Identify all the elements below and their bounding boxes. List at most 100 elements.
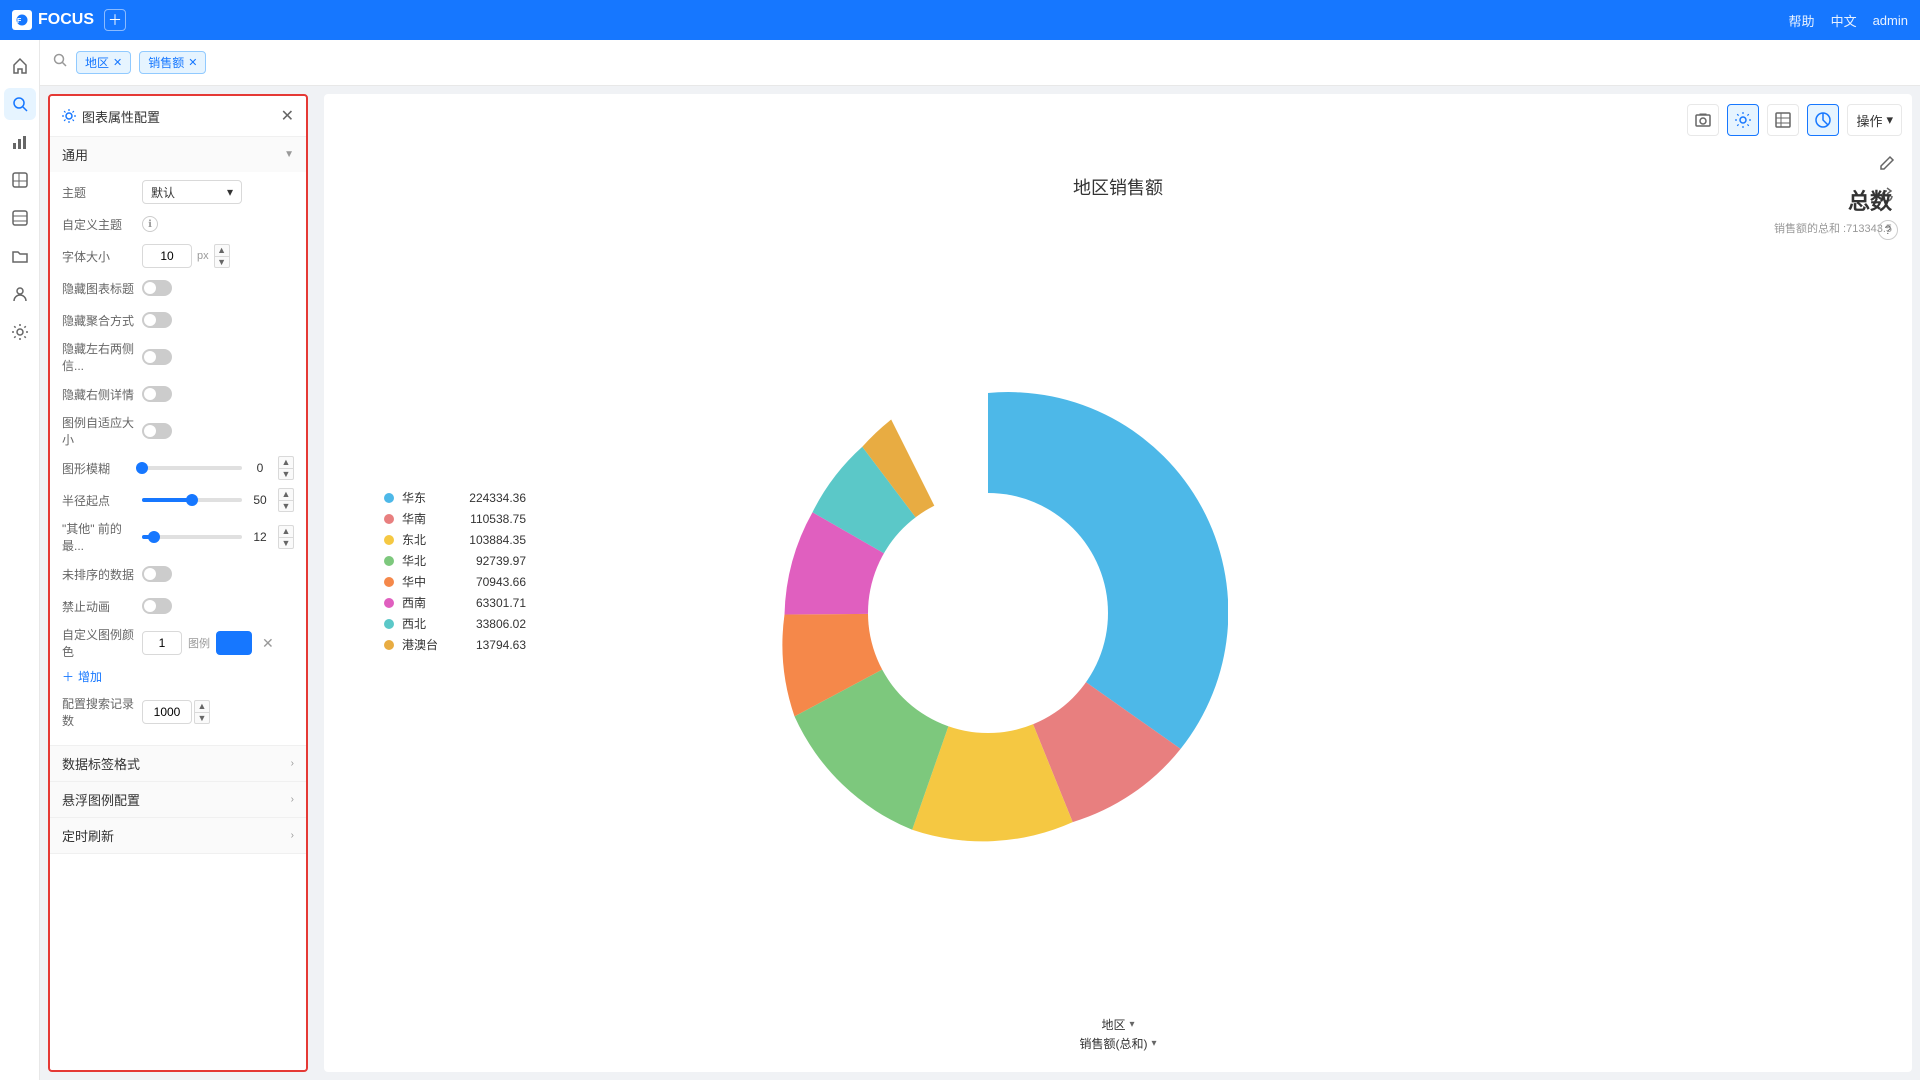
legend-auto-toggle-knob (144, 425, 156, 437)
search-button[interactable] (52, 52, 68, 73)
radius-start-row: 半径起点 50 ▲ ▼ (62, 488, 294, 512)
config-panel-close[interactable]: ✕ (281, 106, 294, 126)
toolbar-ops-button[interactable]: 操作 ▾ (1847, 104, 1902, 136)
other-prefix-value: 12 (248, 530, 272, 544)
custom-theme-row: 自定义主题 ℹ (62, 212, 294, 236)
hide-title-toggle[interactable] (142, 280, 172, 296)
axis-labels: 地区 ▾ 销售额(总和) ▾ (1079, 1016, 1156, 1052)
legend-name-huabei: 华北 (402, 552, 426, 569)
legend-auto-control (142, 423, 294, 439)
legend-value-dongbei: 103884.35 (446, 533, 526, 547)
lang-switcher[interactable]: 中文 (1831, 11, 1857, 30)
sidebar-item-search[interactable] (4, 88, 36, 120)
filter-tag-region[interactable]: 地区 ✕ (76, 51, 131, 74)
legend-name-xibei: 西北 (402, 615, 426, 632)
legend-name-xinan: 西南 (402, 594, 426, 611)
legend-gangaotai[interactable]: 港澳台 13794.63 (384, 636, 526, 653)
custom-color-row: 自定义图例颜色 图例 ✕ (62, 626, 294, 660)
data-format-header[interactable]: 数据标签格式 › (50, 746, 306, 781)
toolbar-settings-btn[interactable] (1727, 104, 1759, 136)
records-input[interactable]: 1000 (142, 700, 192, 724)
toolbar-table-btn[interactable] (1767, 104, 1799, 136)
user-account[interactable]: admin (1873, 13, 1908, 28)
graph-blur-slider[interactable] (142, 466, 242, 470)
sidebar-item-folder[interactable] (4, 240, 36, 272)
help-link[interactable]: 帮助 (1789, 11, 1815, 30)
right-icon-edit[interactable] (1878, 154, 1898, 175)
axis-label-region[interactable]: 地区 ▾ (1101, 1016, 1134, 1033)
records-down[interactable]: ▼ (194, 712, 210, 724)
timer-label: 定时刷新 (62, 826, 114, 845)
hide-aggregate-toggle[interactable] (142, 312, 172, 328)
timer-header[interactable]: 定时刷新 › (50, 818, 306, 853)
filter-tag-sales-close[interactable]: ✕ (188, 56, 197, 69)
radius-start-buttons: ▲ ▼ (278, 488, 294, 512)
sidebar-item-table[interactable] (4, 202, 36, 234)
theme-control: 默认 ▾ (142, 180, 294, 204)
theme-select[interactable]: 默认 ▾ (142, 180, 242, 204)
filter-tag-region-close[interactable]: ✕ (113, 56, 122, 69)
add-color-button[interactable]: ＋ 增加 (62, 668, 294, 685)
font-size-up[interactable]: ▲ (214, 244, 230, 256)
legend-container: 华东 224334.36 华南 110538.75 东北 103884.35 华… (384, 489, 526, 653)
chart-container (384, 214, 1592, 1012)
sidebar-item-home[interactable] (4, 50, 36, 82)
custom-color-number[interactable] (142, 631, 182, 655)
custom-theme-control: ℹ (142, 216, 294, 232)
legend-dongbei[interactable]: 东北 103884.35 (384, 531, 526, 548)
other-prefix-down[interactable]: ▼ (278, 537, 294, 549)
radius-start-up[interactable]: ▲ (278, 488, 294, 500)
sidebar-item-settings[interactable] (4, 316, 36, 348)
graph-blur-down[interactable]: ▼ (278, 468, 294, 480)
config-icon (62, 109, 76, 123)
legend-xibei[interactable]: 西北 33806.02 (384, 615, 526, 632)
unsorted-toggle[interactable] (142, 566, 172, 582)
axis-label-sales[interactable]: 销售额(总和) ▾ (1079, 1035, 1156, 1052)
custom-color-swatch[interactable] (216, 631, 252, 655)
font-size-down[interactable]: ▼ (214, 256, 230, 268)
other-prefix-slider[interactable] (142, 535, 242, 539)
custom-color-delete[interactable]: ✕ (262, 635, 274, 652)
records-up[interactable]: ▲ (194, 700, 210, 712)
toolbar-screenshot-btn[interactable] (1687, 104, 1719, 136)
toolbar-chart-btn[interactable] (1807, 104, 1839, 136)
data-format-arrow: › (291, 758, 294, 769)
font-size-input[interactable]: 10 (142, 244, 192, 268)
axis-label-sales-text: 销售额(总和) (1079, 1035, 1147, 1052)
custom-color-label: 自定义图例颜色 (62, 626, 142, 660)
config-panel-title-area: 图表属性配置 (62, 107, 160, 126)
custom-theme-info[interactable]: ℹ (142, 216, 158, 232)
legend-huadong[interactable]: 华东 224334.36 (384, 489, 526, 506)
radius-start-slider[interactable] (142, 498, 242, 502)
legend-huanan[interactable]: 华南 110538.75 (384, 510, 526, 527)
new-tab-button[interactable]: ＋ (104, 9, 126, 31)
radius-start-slider-group: 50 ▲ ▼ (142, 488, 294, 512)
float-legend-label: 悬浮图例配置 (62, 790, 140, 809)
radius-start-down[interactable]: ▼ (278, 500, 294, 512)
sidebar-item-chart[interactable] (4, 164, 36, 196)
float-legend-header[interactable]: 悬浮图例配置 › (50, 782, 306, 817)
legend-huabei[interactable]: 华北 92739.97 (384, 552, 526, 569)
legend-dot-huazhong (384, 577, 394, 587)
timer-arrow: › (291, 830, 294, 841)
legend-auto-toggle[interactable] (142, 423, 172, 439)
hide-right-toggle-knob (144, 388, 156, 400)
hide-lr-toggle[interactable] (142, 349, 172, 365)
hide-lr-row: 隐藏左右两侧信... (62, 340, 294, 374)
filter-tag-sales[interactable]: 销售额 ✕ (139, 51, 206, 74)
legend-xinan[interactable]: 西南 63301.71 (384, 594, 526, 611)
sidebar-item-analytics[interactable] (4, 126, 36, 158)
svg-text:F: F (17, 18, 22, 25)
other-prefix-up[interactable]: ▲ (278, 525, 294, 537)
add-icon: ＋ (62, 668, 74, 685)
legend-dot-xinan (384, 598, 394, 608)
total-display: 总数 销售额的总和 :713343.5 (1774, 184, 1892, 236)
sidebar-item-users[interactable] (4, 278, 36, 310)
graph-blur-up[interactable]: ▲ (278, 456, 294, 468)
hide-right-toggle[interactable] (142, 386, 172, 402)
unsorted-label: 未排序的数据 (62, 566, 142, 583)
general-section-arrow: ▼ (284, 149, 294, 160)
disable-anim-toggle[interactable] (142, 598, 172, 614)
general-section-header[interactable]: 通用 ▼ (50, 137, 306, 172)
legend-huazhong[interactable]: 华中 70943.66 (384, 573, 526, 590)
